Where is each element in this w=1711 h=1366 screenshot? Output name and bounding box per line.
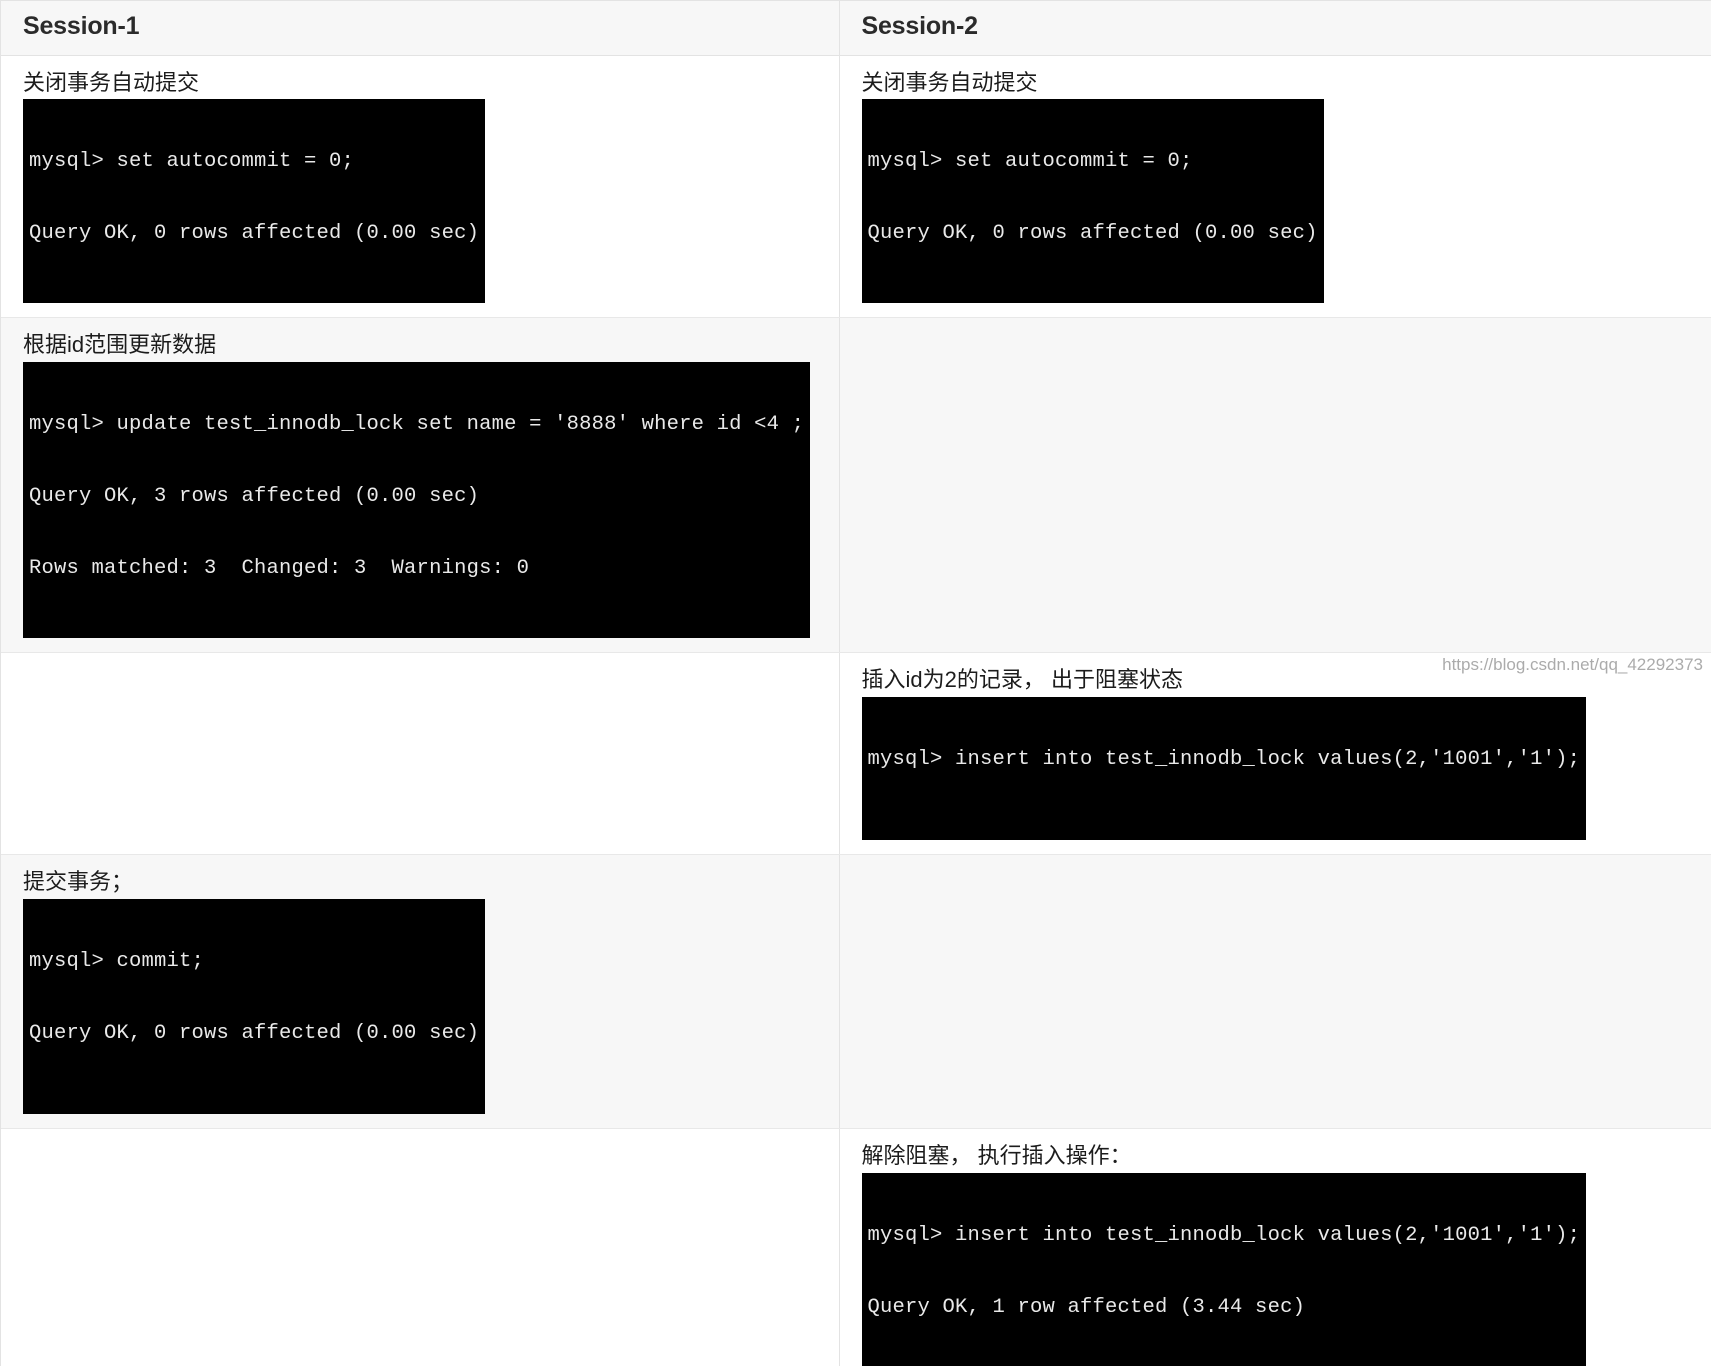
cell-session2-row1: 关闭事务自动提交 mysql> set autocommit = 0; Quer… (839, 55, 1711, 318)
column-header-session-2: Session-2 (839, 1, 1711, 55)
cell-session2-row3: 插入id为2的记录， 出于阻塞状态 mysql> insert into tes… (839, 653, 1711, 855)
terminal-line: Query OK, 3 rows affected (0.00 sec) (29, 485, 804, 509)
cell-note: 根据id范围更新数据 (23, 332, 839, 358)
terminal-block: mysql> set autocommit = 0; Query OK, 0 r… (23, 99, 485, 303)
cell-note: 提交事务； (23, 869, 839, 895)
table-header-row: Session-1 Session-2 (1, 1, 1711, 55)
table-row: 插入id为2的记录， 出于阻塞状态 mysql> insert into tes… (1, 653, 1711, 855)
session-comparison-table: Session-1 Session-2 关闭事务自动提交 mysql> set … (1, 1, 1711, 1366)
terminal-block: mysql> set autocommit = 0; Query OK, 0 r… (862, 99, 1324, 303)
cell-note: 解除阻塞， 执行插入操作： (862, 1143, 1711, 1169)
terminal-block: mysql> commit; Query OK, 0 rows affected… (23, 899, 485, 1114)
terminal-block: mysql> update test_innodb_lock set name … (23, 362, 810, 638)
cell-note: 关闭事务自动提交 (862, 70, 1711, 96)
cell-note: 插入id为2的记录， 出于阻塞状态 (862, 667, 1711, 693)
terminal-line: Query OK, 1 row affected (3.44 sec) (868, 1296, 1581, 1320)
terminal-line: mysql> set autocommit = 0; (29, 150, 479, 174)
table-row: 关闭事务自动提交 mysql> set autocommit = 0; Quer… (1, 55, 1711, 318)
terminal-line: Query OK, 0 rows affected (0.00 sec) (868, 222, 1318, 246)
cell-note: 关闭事务自动提交 (23, 70, 839, 96)
cell-session2-row4 (839, 855, 1711, 1129)
cell-session2-row5: 解除阻塞， 执行插入操作： mysql> insert into test_in… (839, 1129, 1711, 1366)
table-row: 根据id范围更新数据 mysql> update test_innodb_loc… (1, 318, 1711, 653)
terminal-line: mysql> commit; (29, 950, 479, 974)
empty-cell (862, 869, 1711, 933)
cell-session1-row5 (1, 1129, 839, 1366)
terminal-line: mysql> insert into test_innodb_lock valu… (868, 748, 1581, 772)
terminal-line: mysql> set autocommit = 0; (868, 150, 1318, 174)
session-comparison-table-container: Session-1 Session-2 关闭事务自动提交 mysql> set … (0, 0, 1711, 1366)
empty-cell (23, 667, 839, 731)
table-body: 关闭事务自动提交 mysql> set autocommit = 0; Quer… (1, 55, 1711, 1366)
table-row: 解除阻塞， 执行插入操作： mysql> insert into test_in… (1, 1129, 1711, 1366)
cell-session1-row2: 根据id范围更新数据 mysql> update test_innodb_loc… (1, 318, 839, 653)
table-header: Session-1 Session-2 (1, 1, 1711, 55)
cell-session1-row1: 关闭事务自动提交 mysql> set autocommit = 0; Quer… (1, 55, 839, 318)
terminal-block: mysql> insert into test_innodb_lock valu… (862, 697, 1587, 840)
terminal-block: mysql> insert into test_innodb_lock valu… (862, 1173, 1587, 1366)
cell-session1-row4: 提交事务； mysql> commit; Query OK, 0 rows af… (1, 855, 839, 1129)
column-header-session-1: Session-1 (1, 1, 839, 55)
terminal-line: mysql> update test_innodb_lock set name … (29, 413, 804, 437)
empty-cell (862, 332, 1711, 396)
cell-session2-row2 (839, 318, 1711, 653)
table-row: 提交事务； mysql> commit; Query OK, 0 rows af… (1, 855, 1711, 1129)
empty-cell (23, 1143, 839, 1207)
terminal-line: Rows matched: 3 Changed: 3 Warnings: 0 (29, 557, 804, 581)
cell-session1-row3 (1, 653, 839, 855)
terminal-line: Query OK, 0 rows affected (0.00 sec) (29, 222, 479, 246)
terminal-line: mysql> insert into test_innodb_lock valu… (868, 1224, 1581, 1248)
terminal-line: Query OK, 0 rows affected (0.00 sec) (29, 1022, 479, 1046)
